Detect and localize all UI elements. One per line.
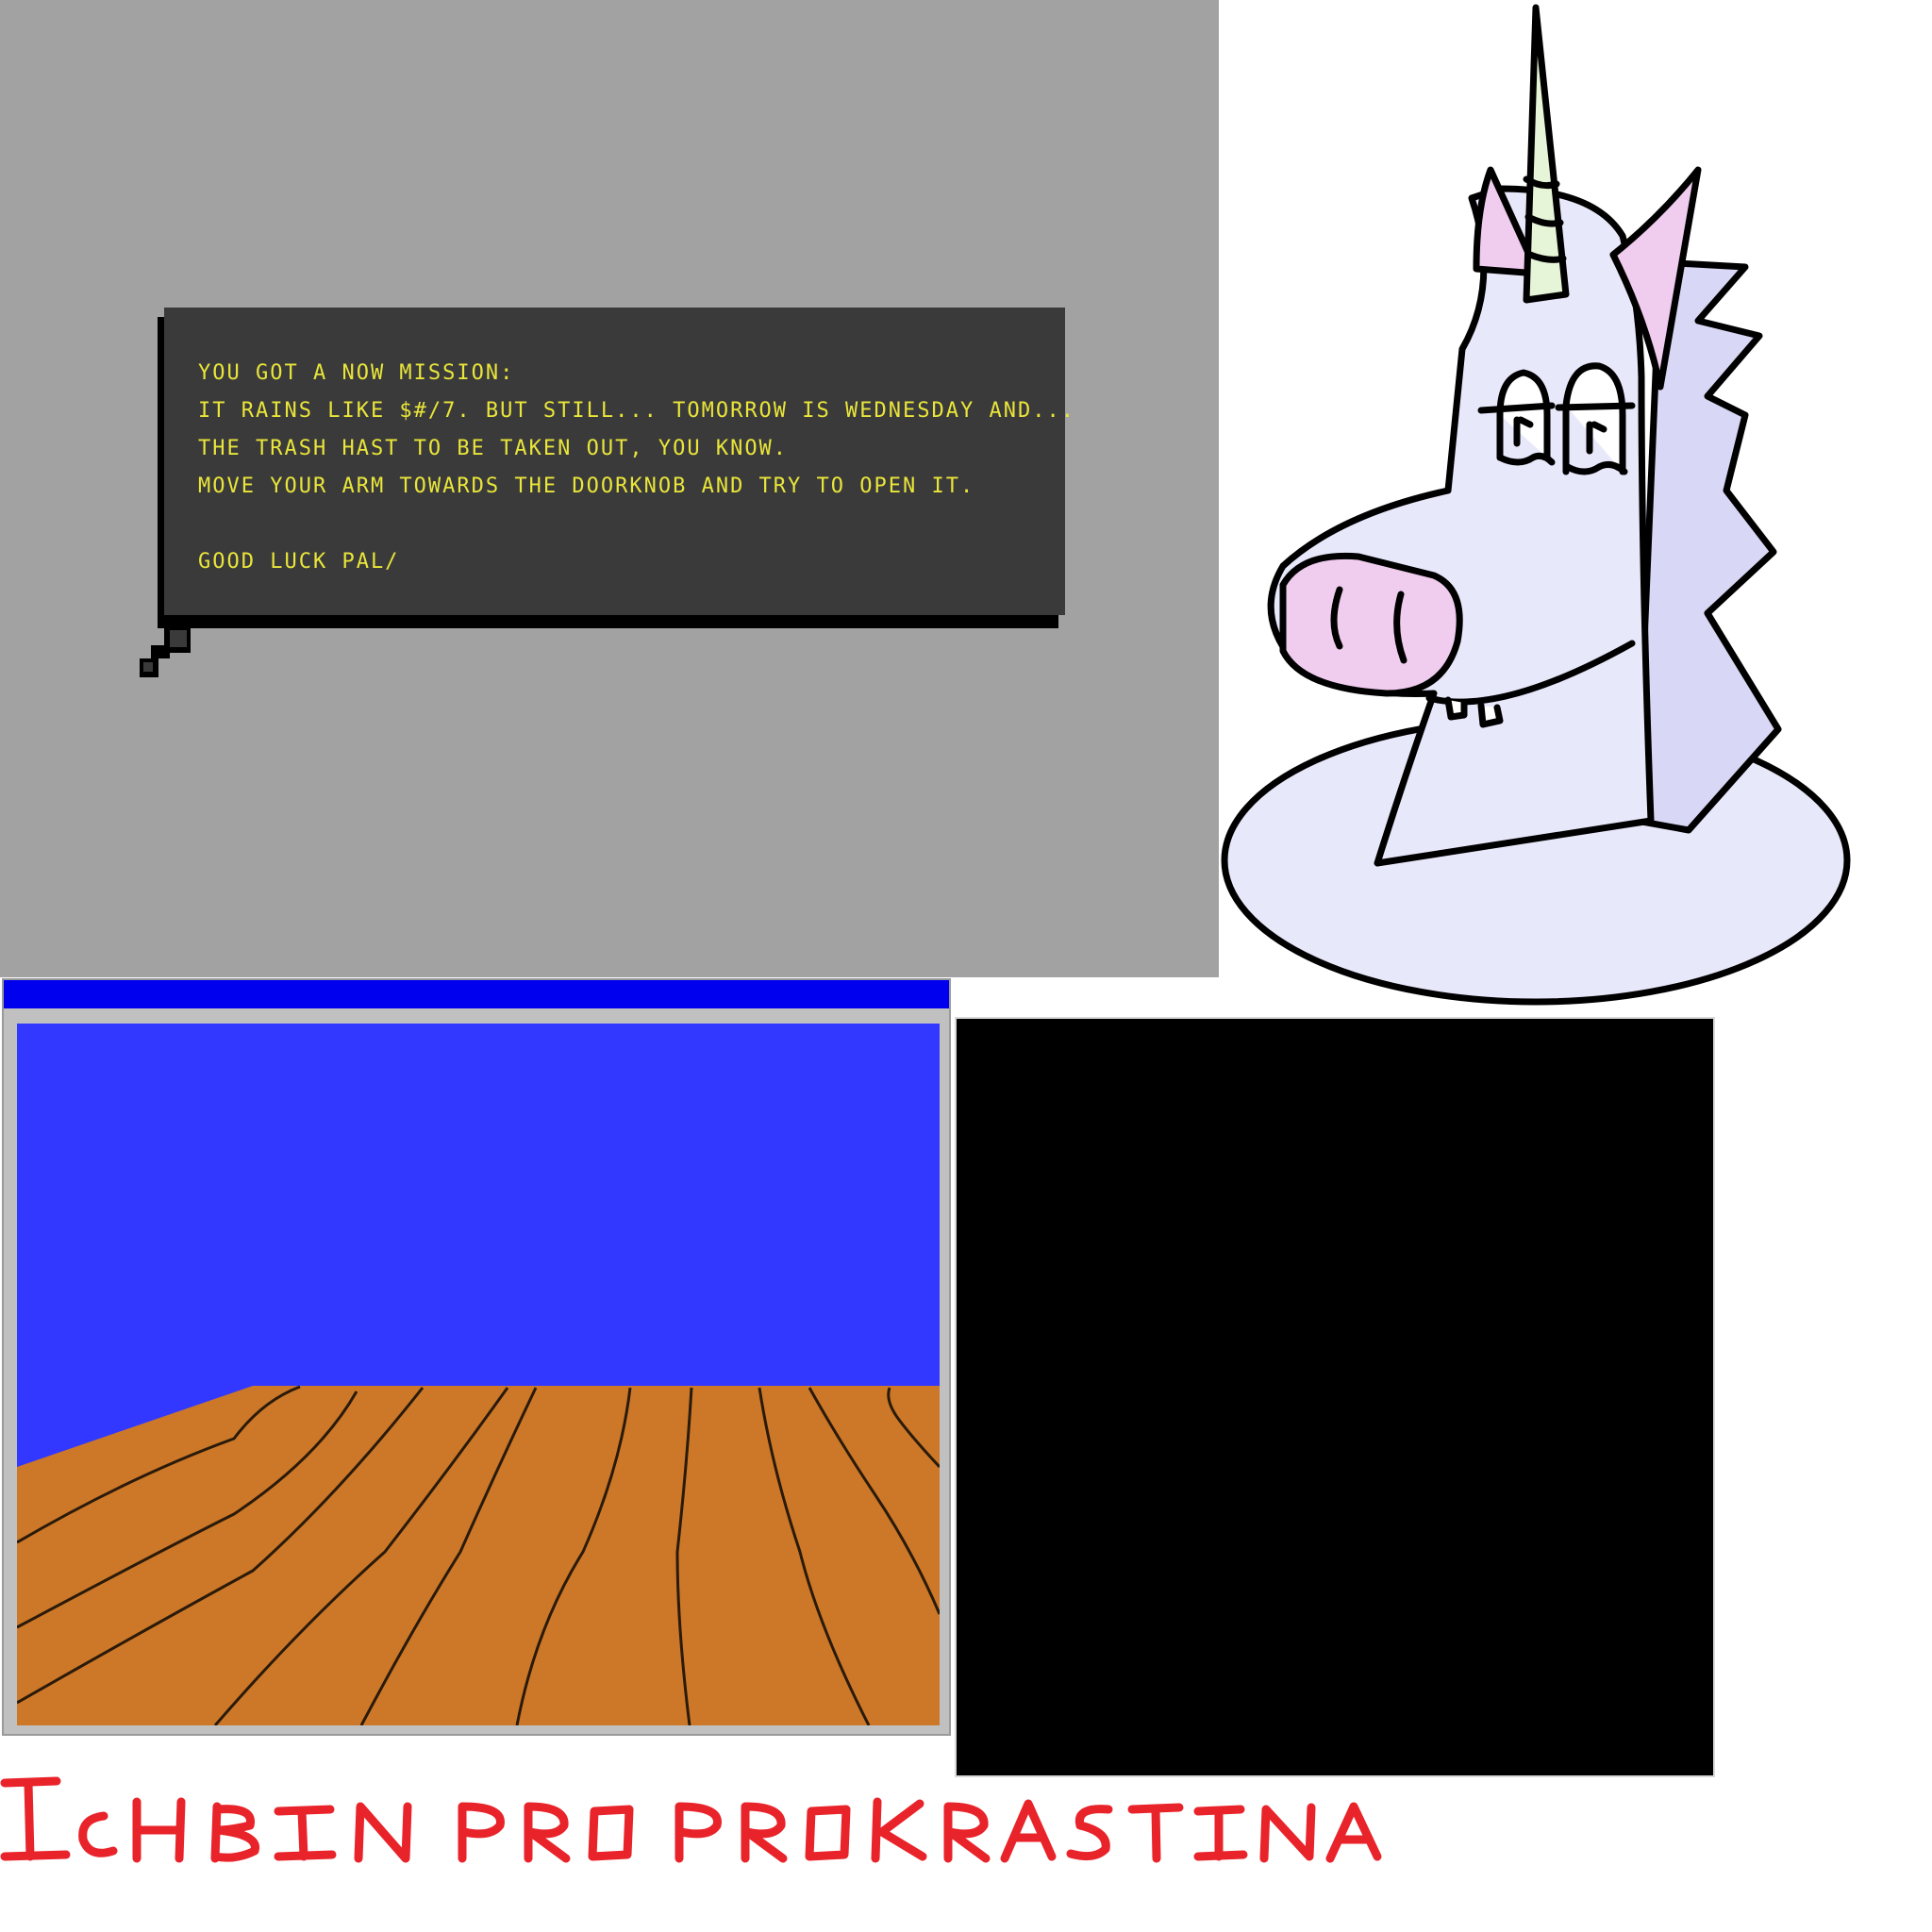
dialog-line-6: GOOD LUCK PAL/: [198, 550, 400, 574]
dialog-line-3: THE TRASH HAST TO BE TAKEN OUT, YOU KNOW…: [198, 437, 789, 460]
caption-lettering: [0, 1776, 1382, 1863]
dialog-content: YOU GOT A NOW MISSION: IT RAINS LIKE $#/…: [164, 308, 1075, 615]
dialog-line-5: [198, 506, 1031, 543]
dialog-tail-step: [151, 645, 170, 658]
game-scene-panel: YOU GOT A NOW MISSION: IT RAINS LIKE $#/…: [0, 0, 1219, 977]
black-screen-panel: [955, 1017, 1715, 1777]
dialog-line-4: MOVE YOUR ARM TOWARDS THE DOORKNOB AND T…: [198, 475, 975, 498]
handwritten-caption: [0, 1774, 1415, 1877]
dialog-tail-inner: [170, 630, 187, 647]
dialog-line-2: IT RAINS LIKE $#/7. BUT STILL... TOMORRO…: [198, 399, 1075, 423]
dialog-box[interactable]: YOU GOT A NOW MISSION: IT RAINS LIKE $#/…: [158, 308, 1075, 628]
dialog-line-1: YOU GOT A NOW MISSION:: [198, 361, 515, 385]
game-window[interactable]: [2, 978, 951, 1736]
window-title-bar[interactable]: [4, 980, 949, 1008]
unicorn-character: [1217, 0, 1858, 1019]
unicorn-drawing: [1221, 4, 1851, 1006]
room-floor-drawing: [17, 1385, 940, 1725]
game-viewport[interactable]: [17, 1024, 940, 1725]
dialog-tail-tip-inner: [143, 662, 153, 672]
